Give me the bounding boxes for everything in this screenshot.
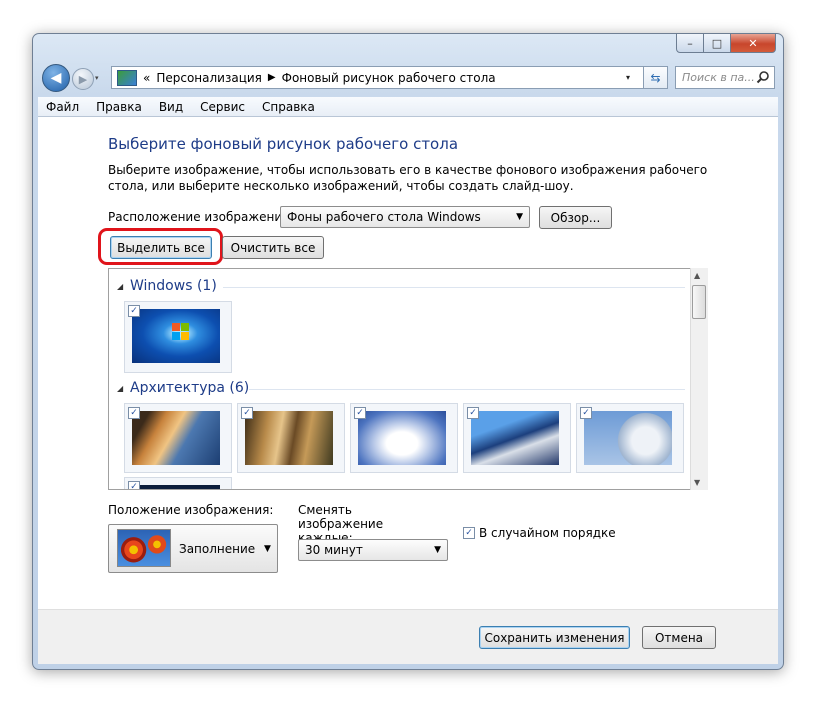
location-select[interactable]: Фоны рабочего стола Windows ▼ (280, 206, 530, 228)
dropdown-arrow-icon: ▼ (516, 212, 523, 222)
position-label: Положение изображения: (108, 503, 274, 517)
dropdown-arrow-icon: ▼ (434, 545, 441, 555)
shuffle-label[interactable]: В случайном порядке (479, 526, 616, 540)
wallpaper-thumb[interactable]: ✓ (124, 403, 232, 473)
breadcrumb-personalization[interactable]: Персонализация (156, 71, 262, 85)
back-arrow-icon: ◀ (50, 70, 62, 86)
wallpaper-checkbox[interactable]: ✓ (128, 305, 140, 317)
wallpaper-image (471, 411, 559, 465)
cancel-button[interactable]: Отмена (642, 626, 716, 649)
location-value: Фоны рабочего стола Windows (287, 210, 481, 224)
save-changes-button[interactable]: Сохранить изменения (479, 626, 630, 649)
position-value: Заполнение (179, 542, 256, 556)
address-bar[interactable]: « Персонализация ▶ Фоновый рисунок рабоч… (111, 66, 668, 89)
scroll-down-icon[interactable]: ▼ (694, 478, 700, 487)
refresh-icon: ⇆ (650, 70, 661, 85)
menu-file[interactable]: Файл (46, 100, 79, 114)
close-button[interactable]: ✕ (730, 33, 776, 53)
wallpaper-checkbox[interactable]: ✓ (467, 407, 479, 419)
address-dropdown-icon[interactable]: ▾ (626, 73, 630, 82)
collapse-arrow-icon[interactable]: ◢ (117, 384, 123, 393)
breadcrumb-separator-icon[interactable]: ▶ (268, 72, 276, 83)
breadcrumb-desktop-background[interactable]: Фоновый рисунок рабочего стола (282, 71, 496, 85)
wallpaper-image (132, 309, 220, 363)
clear-all-button[interactable]: Очистить все (222, 236, 324, 259)
minimize-button[interactable]: – (676, 33, 704, 53)
page-title: Выберите фоновый рисунок рабочего стола (108, 135, 459, 153)
wallpaper-image (132, 411, 220, 465)
menu-help[interactable]: Справка (262, 100, 315, 114)
interval-select[interactable]: 30 минут ▼ (298, 539, 448, 561)
back-button[interactable]: ◀ (42, 64, 70, 92)
position-preview-image (117, 529, 171, 567)
menu-bar: Файл Правка Вид Сервис Справка (38, 97, 778, 117)
forward-arrow-icon: ▶ (78, 72, 88, 86)
dropdown-arrow-icon: ▼ (264, 544, 271, 554)
group-divider (249, 389, 685, 390)
group-divider (223, 287, 685, 288)
interval-value: 30 минут (305, 543, 363, 557)
recent-pages-dropdown-icon[interactable]: ▾ (95, 74, 105, 84)
page-description: Выберите изображение, чтобы использовать… (108, 163, 708, 193)
wallpaper-gallery[interactable]: ◢ Windows (1) ✓ ◢ Архитектура (6) ✓ ✓ ✓ … (108, 268, 708, 490)
wallpaper-thumb[interactable]: ✓ (124, 477, 232, 489)
wallpaper-checkbox[interactable]: ✓ (580, 407, 592, 419)
scroll-up-icon[interactable]: ▲ (694, 271, 700, 280)
wallpaper-checkbox[interactable]: ✓ (241, 407, 253, 419)
wallpaper-checkbox[interactable]: ✓ (128, 481, 140, 489)
browse-button[interactable]: Обзор... (539, 206, 612, 229)
wallpaper-thumb[interactable]: ✓ (237, 403, 345, 473)
forward-button[interactable]: ▶ (72, 68, 94, 90)
menu-edit[interactable]: Правка (96, 100, 142, 114)
wallpaper-image (584, 411, 672, 465)
wallpaper-checkbox[interactable]: ✓ (354, 407, 366, 419)
location-label: Расположение изображения: (108, 210, 294, 224)
wallpaper-thumb[interactable]: ✓ (350, 403, 458, 473)
scroll-thumb[interactable] (692, 285, 706, 319)
menu-view[interactable]: Вид (159, 100, 183, 114)
wallpaper-image (132, 485, 220, 489)
refresh-button[interactable]: ⇆ (643, 66, 668, 89)
wallpaper-checkbox[interactable]: ✓ (128, 407, 140, 419)
wallpaper-thumb[interactable]: ✓ (576, 403, 684, 473)
shuffle-checkbox[interactable]: ✓ (463, 527, 475, 539)
group-title-windows[interactable]: Windows (1) (130, 278, 217, 294)
control-panel-icon (117, 69, 137, 86)
wallpaper-image (245, 411, 333, 465)
wallpaper-thumb[interactable]: ✓ (463, 403, 571, 473)
menu-tools[interactable]: Сервис (200, 100, 245, 114)
group-title-architecture[interactable]: Архитектура (6) (130, 380, 249, 396)
wallpaper-image (358, 411, 446, 465)
address-prefix: « (143, 70, 151, 85)
collapse-arrow-icon[interactable]: ◢ (117, 282, 123, 291)
select-all-button[interactable]: Выделить все (110, 236, 212, 259)
maximize-button[interactable]: □ (703, 33, 731, 53)
wallpaper-thumb[interactable]: ✓ (124, 301, 232, 373)
search-icon[interactable] (756, 70, 770, 84)
